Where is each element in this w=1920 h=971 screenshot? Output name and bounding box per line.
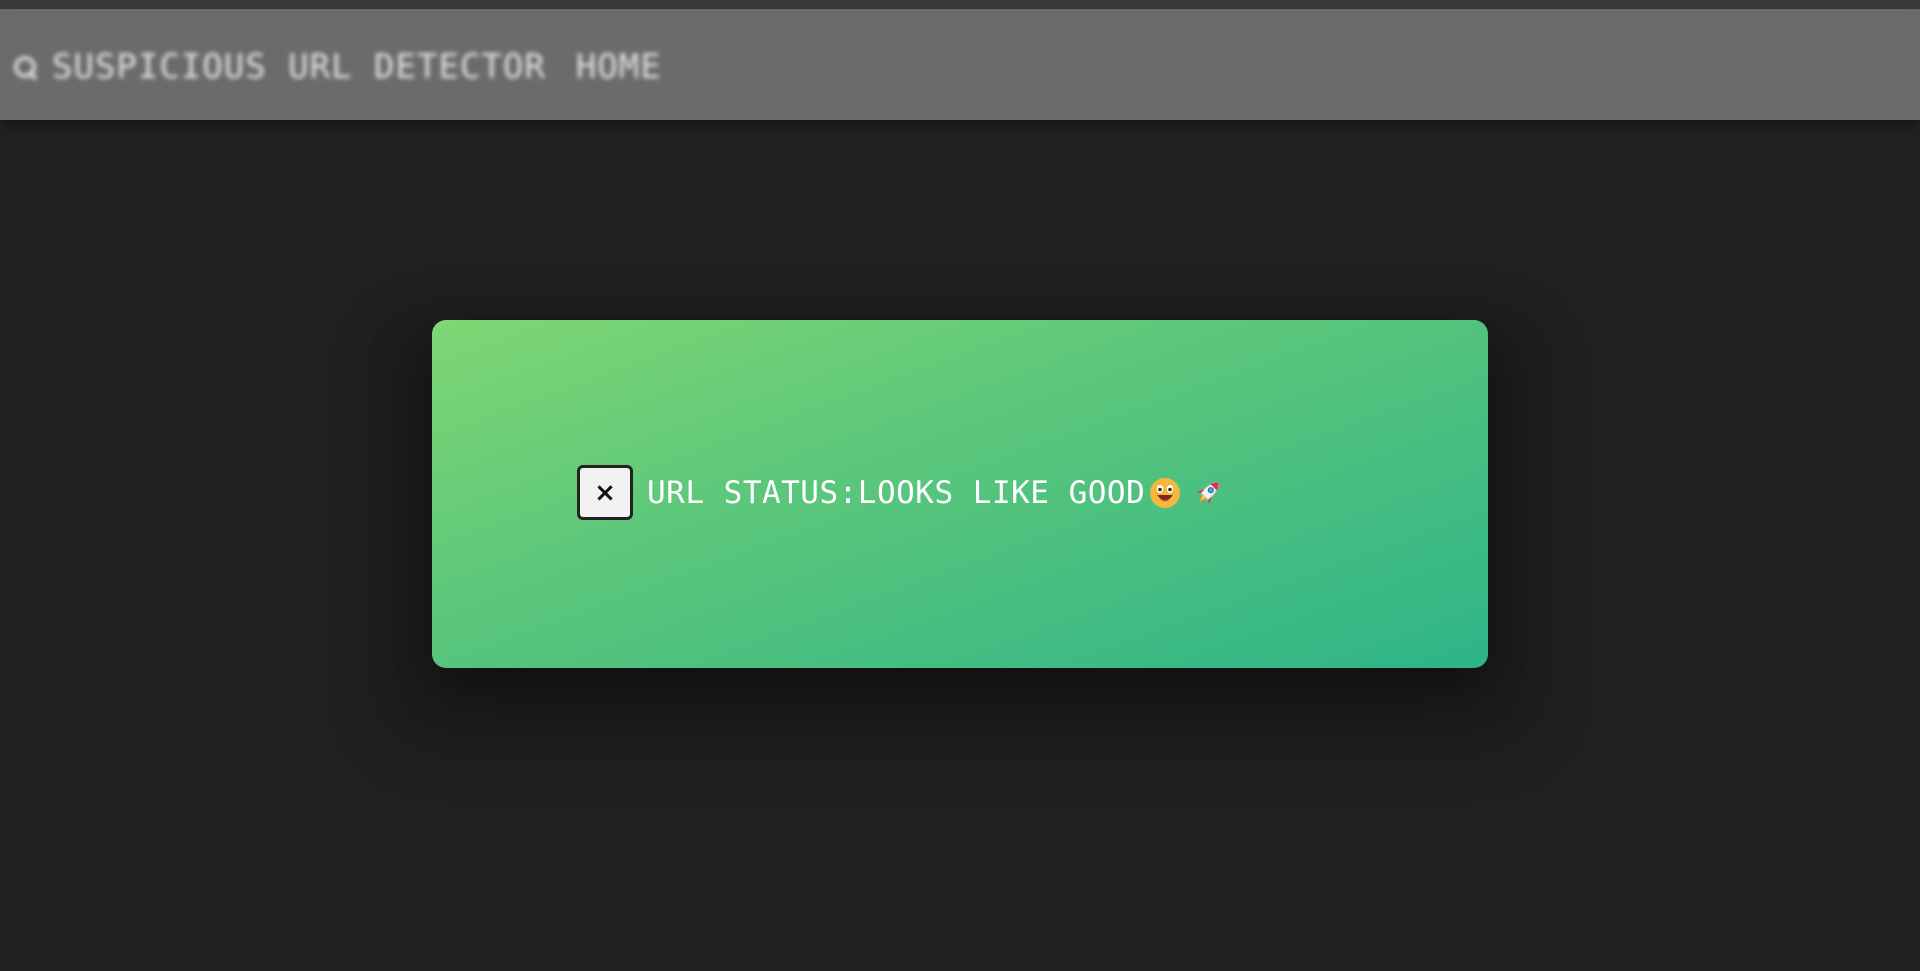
url-status-text: URL STATUS:LOOKS LIKE GOOD xyxy=(647,474,1146,511)
nav-link-home[interactable]: HOME xyxy=(576,47,662,87)
navbar: SUSPICIOUS URL DETECTOR HOME xyxy=(0,9,1920,120)
rocket-icon xyxy=(1196,481,1220,504)
navbar-content: SUSPICIOUS URL DETECTOR HOME xyxy=(12,47,662,87)
close-button[interactable]: × xyxy=(577,465,633,520)
status-row: × URL STATUS:LOOKS LIKE GOOD xyxy=(577,465,1225,520)
grinning-face-icon xyxy=(1150,477,1181,508)
search-icon xyxy=(12,54,38,81)
status-modal: × URL STATUS:LOOKS LIKE GOOD xyxy=(432,320,1488,668)
browser-top-strip xyxy=(0,0,1920,9)
brand-title[interactable]: SUSPICIOUS URL DETECTOR xyxy=(52,47,546,87)
